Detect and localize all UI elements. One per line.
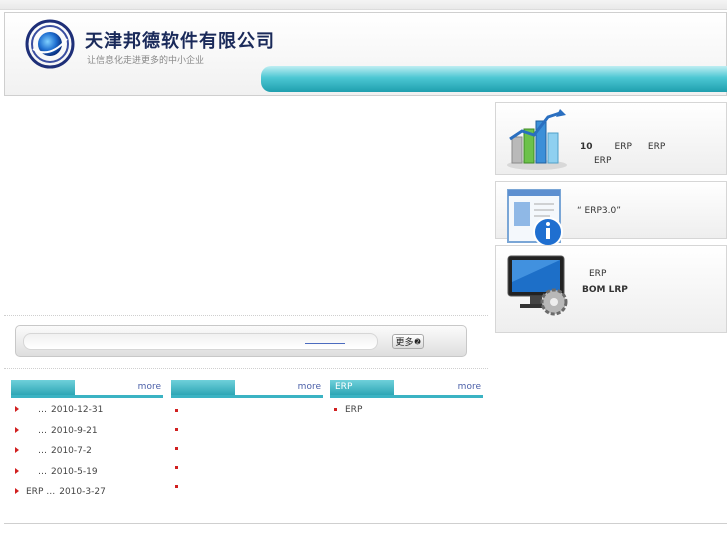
top-strip [0,0,727,10]
column-tab[interactable]: ERP [330,380,394,395]
box1-line1: 10 ERP ERP [580,142,666,152]
news-column-2: more [171,380,323,496]
list-item[interactable] [171,439,323,458]
list-item[interactable]: … 2010-5-19 [11,462,163,483]
list-item[interactable] [171,420,323,439]
sidebar-box-info[interactable]: “ ERP3.0” [495,181,727,247]
info-document-icon [507,189,563,247]
company-slogan: 让信息化走进更多的中小企业 [87,56,205,66]
arrow-bullet-icon [15,426,19,433]
more-button[interactable]: 更多 ➋ [392,334,424,349]
sidebar-box-monitor[interactable]: ERP BOM LRP [495,245,727,333]
list-item[interactable] [171,401,323,420]
list-item[interactable] [171,477,323,496]
growth-chart-icon [507,109,567,170]
box3-line2: BOM LRP [582,285,628,295]
box3-line1: ERP [589,269,607,279]
search-bar: 更多 ➋ [15,325,467,357]
company-name: 天津邦德软件有限公司 [85,31,275,52]
arrow-bullet-icon [15,447,19,453]
header-nav-bar [261,66,727,92]
arrow-circle-icon: ➋ [414,337,421,346]
banner-area [4,100,488,315]
square-bullet-icon [175,428,178,431]
list-item[interactable] [171,458,323,477]
square-bullet-icon [334,408,337,411]
column-header: ERP more [330,380,483,398]
arrow-bullet-icon [15,406,19,412]
arrow-bullet-icon [15,467,19,474]
arrow-bullet-icon [15,488,19,494]
list-item[interactable]: … 2010-12-31 [11,400,163,421]
footer-divider [4,523,727,524]
list-item[interactable]: ERP … 2010-3-27 [11,482,163,503]
news-column-3: ERP more ERP [330,380,483,421]
square-bullet-icon [175,466,178,469]
company-logo-icon [25,19,75,69]
list-item[interactable]: … 2010-9-21 [11,421,163,442]
news-column-1: more … 2010-12-31 … 2010-9-21 … 2010-7-2 … 2… [11,380,163,503]
box1-line2: ERP [594,156,612,166]
more-link[interactable]: more [138,382,161,392]
column-tab[interactable] [171,380,235,395]
list-item[interactable]: ERP [330,400,483,421]
sidebar-box-growth[interactable]: 10 ERP ERP ERP [495,102,727,175]
square-bullet-icon [175,409,178,412]
column-header: more [171,380,323,398]
list-item[interactable]: … 2010-7-2 [11,441,163,462]
more-link[interactable]: more [458,382,481,392]
more-button-label: 更多 [395,338,414,348]
square-bullet-icon [175,485,178,488]
divider [4,315,488,316]
search-link[interactable] [305,334,345,344]
more-link[interactable]: more [298,382,321,392]
header: 天津邦德软件有限公司 让信息化走进更多的中小企业 [4,12,727,96]
square-bullet-icon [175,447,178,450]
column-tab[interactable] [11,380,75,395]
divider [4,368,488,369]
box2-line1: “ ERP3.0” [577,206,621,216]
column-header: more [11,380,163,398]
monitor-gear-icon [507,255,568,316]
